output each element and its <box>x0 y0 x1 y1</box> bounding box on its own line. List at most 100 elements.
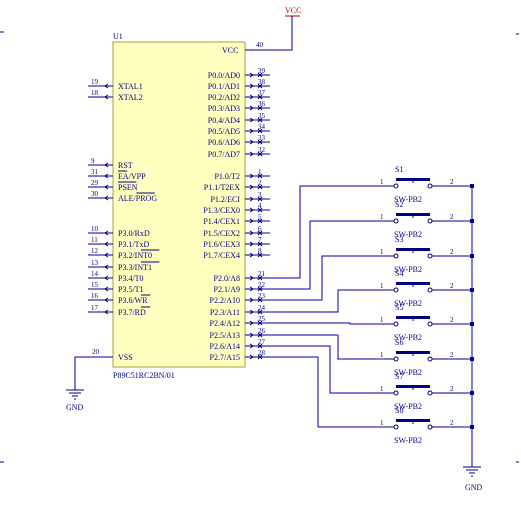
right-pin-name: P2.4/A12 <box>210 319 240 328</box>
left-pin-name: P3.0/RxD <box>118 229 150 238</box>
switch-pin2: 2 <box>450 385 454 393</box>
right-pin-number: 38 <box>258 78 266 86</box>
right-pin-name: P0.2/AD2 <box>208 93 240 102</box>
right-pin-number: 4 <box>258 202 262 210</box>
switch-pin1: 1 <box>380 282 384 290</box>
switch-pin2: 2 <box>450 213 454 221</box>
switch-ref: S5 <box>395 303 403 312</box>
right-pin-name: P2.2/A10 <box>210 296 240 305</box>
left-pin-number: 11 <box>91 236 98 244</box>
right-pin-name: P1.5/CEX2 <box>203 229 240 238</box>
left-pin-name: EA/VPP <box>118 172 146 181</box>
right-pin-number: 37 <box>258 89 266 97</box>
pin-20-number: 20 <box>92 348 100 356</box>
left-pin-name: PSEN <box>118 183 138 192</box>
schematic-canvas: VCC U1 P89C51RC2BN/01 19 XTAL1 1 8 XTAL2 9 RST… <box>0 0 521 519</box>
right-pin-number: 27 <box>258 338 266 346</box>
switch-ref: S4 <box>395 269 403 278</box>
right-pin-number: 1 <box>258 168 262 176</box>
right-pin-number: 6 <box>258 225 262 233</box>
switch-pin1: 1 <box>380 419 384 427</box>
switch-pin1: 1 <box>380 351 384 359</box>
right-pin-name: P0.0/AD0 <box>208 71 240 80</box>
right-pin-name: P0.6/AD6 <box>208 138 240 147</box>
right-pin-number: 26 <box>258 327 266 335</box>
left-pin-name: P3.1/TxD <box>118 240 150 249</box>
left-pin-number: 29 <box>91 179 99 187</box>
right-pin-number: 7 <box>258 236 262 244</box>
left-pin-number: 13 <box>91 259 99 267</box>
switch-ref: S7 <box>395 372 403 381</box>
switch-ref: S8 <box>395 406 403 415</box>
right-pin-number: 21 <box>258 270 266 278</box>
right-pin-name: P2.5/A13 <box>210 331 240 340</box>
switch-s5[interactable]: S5SW-PB21 2 <box>380 303 474 342</box>
switch-pin2: 2 <box>450 316 454 324</box>
right-pin-name: P0.5/AD5 <box>208 127 240 136</box>
pin-40-name: VCC <box>222 46 238 55</box>
left-pin-number: 14 <box>91 270 99 278</box>
left-pin-number: 10 <box>91 225 99 233</box>
right-pin-name: P1.3/CEX0 <box>203 206 240 215</box>
switch-ref: S1 <box>395 165 403 174</box>
switch-pin2: 2 <box>450 282 454 290</box>
left-pin-number: 19 <box>91 78 99 86</box>
right-pin-name: P1.1/T2EX <box>204 183 240 192</box>
switch-s2[interactable]: S2SW-PB21 2 <box>380 200 474 239</box>
pin-20-name: VSS <box>118 353 133 362</box>
left-pin-number: 30 <box>91 190 99 198</box>
right-pin-number: 8 <box>258 247 262 255</box>
gnd-symbol-right: GND <box>463 186 483 492</box>
left-pin-name: P3.3/INT1 <box>118 263 152 272</box>
switch-s8[interactable]: S8 SW-PB2 1 2 <box>380 406 474 445</box>
right-pin-name: P2.6/A14 <box>210 342 240 351</box>
left-pin-name: P3.7/RD <box>118 308 146 317</box>
switch-pin2: 2 <box>450 419 454 427</box>
right-pin-number: 5 <box>258 213 262 221</box>
switch-pin2: 2 <box>450 248 454 256</box>
left-pin-name: ALE/PROG <box>118 194 157 203</box>
left-pin-number: 31 <box>91 168 99 176</box>
right-pin-name: P2.3/A11 <box>210 308 240 317</box>
switch-pin1: 1 <box>380 213 384 221</box>
right-pin-name: P0.7/AD7 <box>208 150 240 159</box>
right-pin-number: 2 <box>258 179 262 187</box>
right-pin-name: P1.7/CEX4 <box>203 251 240 260</box>
switch-pin2: 2 <box>450 178 454 186</box>
switch-pin2: 2 <box>450 351 454 359</box>
switch-pin1: 1 <box>380 178 384 186</box>
right-pin-name: P0.4/AD4 <box>208 116 240 125</box>
left-pin-name: P3.4/T0 <box>118 274 144 283</box>
left-pin-number: 12 <box>91 247 99 255</box>
switch-ref: S2 <box>395 200 403 209</box>
right-pin-number: 36 <box>258 100 266 108</box>
left-pin-number: 9 <box>91 157 95 165</box>
right-pin-number: 22 <box>258 281 266 289</box>
left-pin-name: RST <box>118 161 133 170</box>
left-pin-name: XTAL1 <box>118 82 143 91</box>
vcc-power-port[interactable]: VCC <box>272 6 301 51</box>
switch-pin1: 1 <box>380 248 384 256</box>
pin-40-number: 40 <box>256 41 264 49</box>
right-pin-name: P1.6/CEX3 <box>203 240 240 249</box>
switch-type: SW-PB2 <box>394 436 422 445</box>
right-pin-name: P2.7/A15 <box>210 353 240 362</box>
p2-bus-wires <box>270 185 388 428</box>
switch-s1[interactable]: S1SW-PB21 2 <box>380 165 474 204</box>
u1-designator: U1 <box>113 32 123 41</box>
gnd-label-right: GND <box>465 483 483 492</box>
right-pin-name: P2.1/A9 <box>214 285 240 294</box>
switch-ref: S3 <box>395 235 403 244</box>
right-pin-number: 34 <box>258 123 266 131</box>
switch-ref: S6 <box>395 338 403 347</box>
right-pin-name: P0.3/AD3 <box>208 104 240 113</box>
right-pin-name: P2.0/A8 <box>214 274 240 283</box>
left-pin-name: P3.6/WR <box>118 296 148 305</box>
vcc-label: VCC <box>285 6 301 15</box>
gnd-label-left: GND <box>66 403 84 412</box>
left-pin-name: XTAL2 <box>118 93 143 102</box>
u1-part-number: P89C51RC2BN/01 <box>113 371 175 380</box>
left-pin-number: 15 <box>91 281 99 289</box>
right-pin-number: 25 <box>258 315 266 323</box>
right-pin-name: P0.1/AD1 <box>208 82 240 91</box>
